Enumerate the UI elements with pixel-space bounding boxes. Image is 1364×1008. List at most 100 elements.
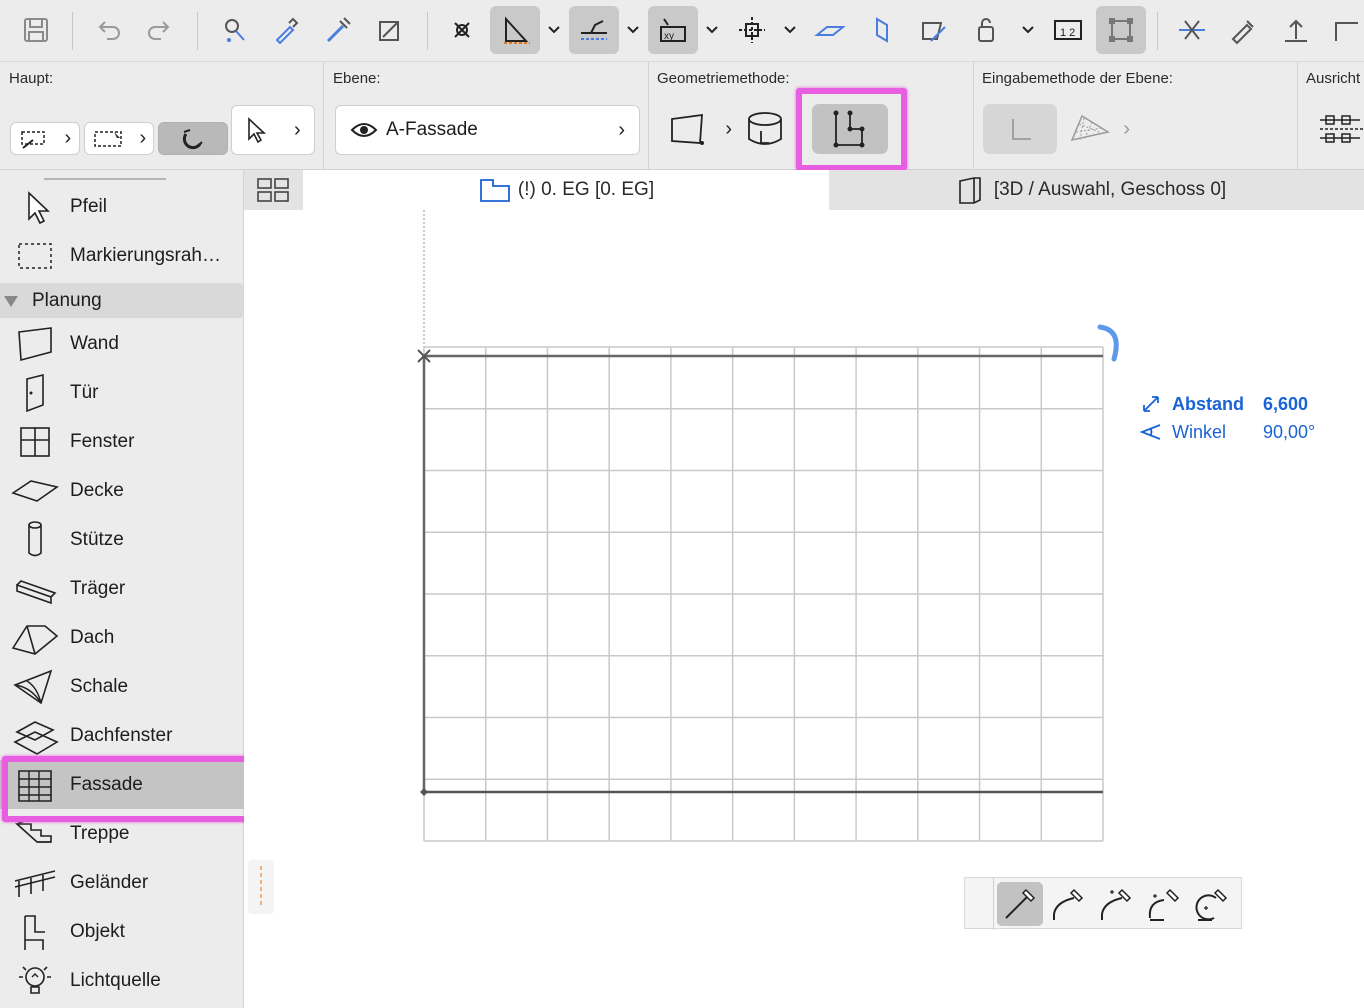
relative-construction-icon[interactable]: xy bbox=[648, 6, 698, 54]
magnet-toggle-button[interactable] bbox=[158, 122, 228, 155]
find-select-icon[interactable] bbox=[212, 6, 256, 54]
chevron-right-icon: › bbox=[139, 127, 147, 149]
tab-label: (!) 0. EG [0. EG] bbox=[517, 179, 655, 200]
select-method-button[interactable]: › bbox=[10, 122, 80, 155]
tool-dachfenster[interactable]: Dachfenster bbox=[0, 711, 244, 760]
perpendicular-icon[interactable] bbox=[860, 6, 904, 54]
tool-objekt[interactable]: Objekt bbox=[0, 907, 244, 956]
shell-icon bbox=[0, 667, 70, 707]
toolbox-panel: Pfeil Markierungsrah… Planung Wand Tür F… bbox=[0, 170, 250, 1008]
geometry-highlight bbox=[796, 88, 907, 171]
tool-label: Objekt bbox=[70, 920, 125, 942]
redo-icon[interactable] bbox=[138, 6, 182, 54]
tab-overview[interactable] bbox=[244, 170, 302, 210]
undo-icon[interactable] bbox=[86, 6, 130, 54]
rectangle-select-icon bbox=[21, 130, 45, 149]
tool-schale[interactable]: Schale bbox=[0, 662, 244, 711]
guide-lines-icon[interactable] bbox=[490, 6, 540, 54]
pet-tangent-arc-icon bbox=[1101, 888, 1132, 920]
planung-group-header[interactable]: Planung bbox=[0, 283, 243, 318]
wall-icon bbox=[0, 324, 70, 364]
tab-3d[interactable]: [3D / Auswahl, Geschoss 0] bbox=[830, 170, 1350, 210]
chevron-down-icon[interactable] bbox=[1018, 6, 1038, 54]
plane-input-button[interactable] bbox=[983, 104, 1057, 154]
svg-text:1 2: 1 2 bbox=[1060, 27, 1075, 39]
pet-tangent-arc-button[interactable] bbox=[1093, 882, 1139, 926]
parallel-plane-icon[interactable] bbox=[808, 6, 852, 54]
magnet-icon bbox=[182, 128, 203, 149]
pet-line-icon bbox=[1005, 888, 1036, 919]
door-icon bbox=[0, 373, 70, 413]
snap-point-icon[interactable] bbox=[440, 6, 484, 54]
window-icon bbox=[0, 422, 70, 462]
disclosure-triangle-icon bbox=[4, 295, 18, 307]
tool-wand[interactable]: Wand bbox=[0, 319, 244, 368]
chevron-down-icon[interactable] bbox=[544, 6, 564, 54]
offset-icon[interactable] bbox=[1326, 6, 1364, 54]
3d-window-icon bbox=[959, 177, 981, 204]
adjust-icon[interactable] bbox=[1222, 6, 1266, 54]
arrow-cursor-icon bbox=[248, 117, 267, 144]
group-icon[interactable] bbox=[1096, 6, 1146, 54]
plane-angle-icon bbox=[1012, 119, 1031, 140]
ebene-label: Ebene: bbox=[333, 70, 381, 87]
elevate-icon[interactable] bbox=[1274, 6, 1318, 54]
chevron-down-icon[interactable] bbox=[702, 6, 722, 54]
alignment-button[interactable] bbox=[1316, 110, 1364, 150]
straight-geometry-button[interactable]: › bbox=[668, 109, 732, 149]
tool-lichtquelle[interactable]: Lichtquelle bbox=[0, 956, 244, 1005]
suspend-groups-icon[interactable] bbox=[964, 6, 1008, 54]
view-tab-bar: (!) 0. EG [0. EG] [3D / Auswahl, Geschos… bbox=[244, 170, 1364, 210]
split-icon[interactable] bbox=[1170, 6, 1214, 54]
alignment-icon bbox=[1320, 115, 1364, 143]
tool-label: Schale bbox=[70, 675, 129, 697]
pet-line-button[interactable] bbox=[997, 882, 1043, 926]
fassade-highlight bbox=[2, 756, 250, 822]
tool-traeger[interactable]: Träger bbox=[0, 564, 244, 613]
chevron-down-icon[interactable] bbox=[780, 6, 800, 54]
info-box: Haupt: Ebene: Geometriemethode: Eingabem… bbox=[0, 62, 1364, 171]
tracker-distance-label: Abstand bbox=[1172, 393, 1244, 414]
tab-floorplan[interactable]: (!) 0. EG [0. EG] bbox=[303, 170, 829, 210]
grid-snap-icon[interactable] bbox=[730, 6, 774, 54]
chevron-down-icon[interactable] bbox=[623, 6, 643, 54]
straight-wall-icon bbox=[671, 113, 704, 145]
save-icon[interactable] bbox=[14, 6, 58, 54]
dimension-icon[interactable]: 1 2 bbox=[1046, 6, 1090, 54]
tool-marquee[interactable]: Markierungsrah… bbox=[0, 231, 244, 280]
chevron-right-icon: › bbox=[725, 117, 732, 140]
ausricht-label: Ausricht bbox=[1306, 70, 1361, 87]
tool-stuetze[interactable]: Stütze bbox=[0, 515, 244, 564]
tool-tuer[interactable]: Tür bbox=[0, 368, 244, 417]
eingabe-label: Eingabemethode der Ebene: bbox=[982, 70, 1173, 87]
edit-plane-icon[interactable] bbox=[912, 6, 956, 54]
tool-decke[interactable]: Decke bbox=[0, 466, 244, 515]
lightbulb-icon bbox=[0, 961, 70, 1001]
tool-dach[interactable]: Dach bbox=[0, 613, 244, 662]
layer-select-button[interactable]: A-Fassade › bbox=[335, 105, 640, 155]
tracker-angle-row: Winkel 90,00° bbox=[1140, 418, 1315, 446]
slab-icon bbox=[0, 471, 70, 511]
tool-gelaender[interactable]: Geländer bbox=[0, 858, 244, 907]
curved-geometry-button[interactable] bbox=[745, 109, 785, 149]
grid-view-icon bbox=[257, 178, 289, 202]
tracker-angle-value[interactable]: 90,00° bbox=[1263, 422, 1315, 443]
eyedropper-icon[interactable] bbox=[264, 6, 308, 54]
arrow-tool-button[interactable]: › bbox=[231, 105, 315, 155]
tool-fenster[interactable]: Fenster bbox=[0, 417, 244, 466]
pet-arc-button[interactable] bbox=[1045, 882, 1091, 926]
pet-circle-button[interactable] bbox=[1189, 882, 1235, 926]
magic-wand-icon[interactable] bbox=[368, 6, 412, 54]
tracker-distance-value[interactable]: 6,600 bbox=[1263, 394, 1308, 415]
floorplan-icon bbox=[479, 179, 510, 202]
main-toolbar: xy 1 2 bbox=[0, 0, 1364, 62]
pet-center-arc-button[interactable] bbox=[1141, 882, 1187, 926]
toolbox-drag-handle[interactable] bbox=[44, 178, 166, 180]
syringe-icon[interactable] bbox=[316, 6, 360, 54]
tool-pfeil[interactable]: Pfeil bbox=[0, 182, 244, 231]
snap-guides-icon[interactable] bbox=[569, 6, 619, 54]
tool-label: Geländer bbox=[70, 871, 149, 893]
plane-mesh-button[interactable]: › bbox=[1068, 109, 1130, 149]
angle-icon bbox=[1140, 424, 1161, 440]
marquee-method-button[interactable]: › bbox=[84, 122, 154, 155]
